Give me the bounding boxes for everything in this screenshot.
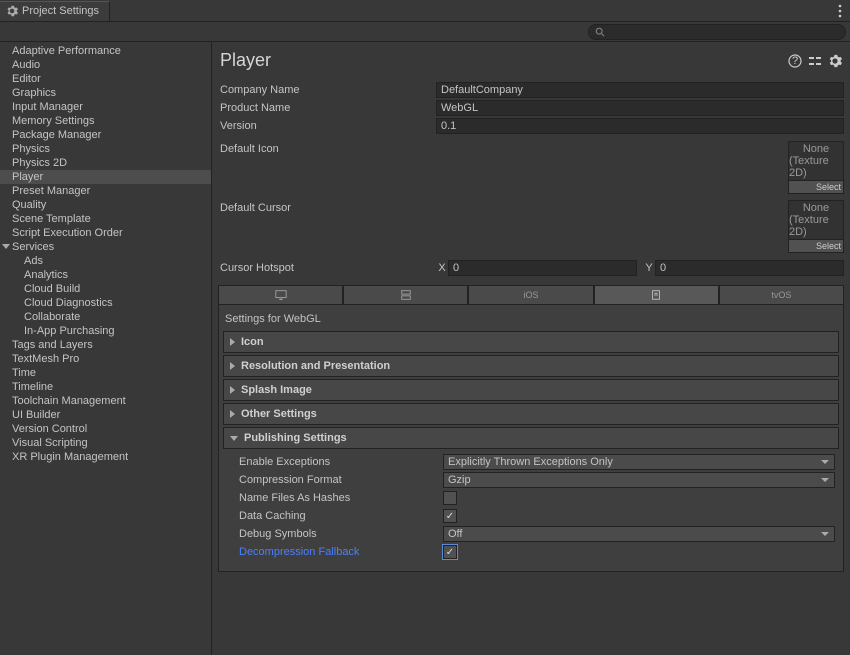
section-other[interactable]: Other Settings xyxy=(223,403,839,425)
version-label: Version xyxy=(218,120,436,132)
product-name-label: Product Name xyxy=(218,102,436,114)
search-bar xyxy=(0,22,850,42)
platform-tab-tvos[interactable]: tvOS xyxy=(719,285,844,305)
sidebar-item-tags-and-layers[interactable]: Tags and Layers xyxy=(0,338,211,352)
settings-content: Player ? Company Name Product Name Versi… xyxy=(212,42,850,655)
platform-tab-server[interactable] xyxy=(343,285,468,305)
sidebar-item-adaptive-performance[interactable]: Adaptive Performance xyxy=(0,44,211,58)
monitor-icon xyxy=(275,289,287,301)
cursor-hotspot-label: Cursor Hotspot xyxy=(218,262,436,274)
sidebar-item-in-app-purchasing[interactable]: In-App Purchasing xyxy=(0,324,211,338)
publishing-settings-body: Enable Exceptions Explicitly Thrown Exce… xyxy=(223,451,839,565)
sidebar-item-time[interactable]: Time xyxy=(0,366,211,380)
presets-icon[interactable] xyxy=(808,54,822,68)
sidebar-item-toolchain-management[interactable]: Toolchain Management xyxy=(0,394,211,408)
titlebar: Project Settings xyxy=(0,0,850,22)
compression-format-dropdown[interactable]: Gzip xyxy=(443,472,835,488)
sidebar-item-version-control[interactable]: Version Control xyxy=(0,422,211,436)
help-icon[interactable]: ? xyxy=(788,54,802,68)
section-icon[interactable]: Icon xyxy=(223,331,839,353)
platform-tab-standalone[interactable] xyxy=(218,285,343,305)
sidebar-item-ui-builder[interactable]: UI Builder xyxy=(0,408,211,422)
section-publishing[interactable]: Publishing Settings xyxy=(223,427,839,449)
sidebar-item-analytics[interactable]: Analytics xyxy=(0,268,211,282)
page-title: Player xyxy=(220,50,271,71)
sidebar-item-player[interactable]: Player xyxy=(0,170,211,184)
default-cursor-select-button[interactable]: Select xyxy=(788,239,844,253)
sidebar-item-preset-manager[interactable]: Preset Manager xyxy=(0,184,211,198)
sidebar-item-ads[interactable]: Ads xyxy=(0,254,211,268)
sidebar-item-physics[interactable]: Physics xyxy=(0,142,211,156)
sidebar-item-textmesh-pro[interactable]: TextMesh Pro xyxy=(0,352,211,366)
webgl-icon xyxy=(650,289,662,301)
settings-sidebar: Adaptive PerformanceAudioEditorGraphicsI… xyxy=(0,42,212,655)
sidebar-item-editor[interactable]: Editor xyxy=(0,72,211,86)
sidebar-item-audio[interactable]: Audio xyxy=(0,58,211,72)
tab-title: Project Settings xyxy=(22,5,99,17)
debug-symbols-dropdown[interactable]: Off xyxy=(443,526,835,542)
data-caching-checkbox[interactable] xyxy=(443,509,457,523)
version-input[interactable] xyxy=(436,118,844,134)
default-icon-label: Default Icon xyxy=(218,141,436,155)
data-caching-label: Data Caching xyxy=(239,510,443,522)
debug-symbols-label: Debug Symbols xyxy=(239,528,443,540)
decompression-fallback-checkbox[interactable] xyxy=(443,545,457,559)
sidebar-item-cloud-diagnostics[interactable]: Cloud Diagnostics xyxy=(0,296,211,310)
hotspot-x-input[interactable] xyxy=(448,260,637,276)
product-name-input[interactable] xyxy=(436,100,844,116)
sidebar-item-script-execution-order[interactable]: Script Execution Order xyxy=(0,226,211,240)
sidebar-item-quality[interactable]: Quality xyxy=(0,198,211,212)
server-icon xyxy=(400,289,412,301)
svg-text:?: ? xyxy=(792,55,798,67)
window-menu-button[interactable] xyxy=(830,4,850,18)
hotspot-y-label: Y xyxy=(643,262,655,274)
sidebar-item-collaborate[interactable]: Collaborate xyxy=(0,310,211,324)
name-files-label: Name Files As Hashes xyxy=(239,492,443,504)
default-cursor-preview[interactable]: None (Texture 2D) xyxy=(788,200,844,240)
company-name-input[interactable] xyxy=(436,82,844,98)
default-icon-select-button[interactable]: Select xyxy=(788,180,844,194)
sidebar-item-package-manager[interactable]: Package Manager xyxy=(0,128,211,142)
sidebar-item-timeline[interactable]: Timeline xyxy=(0,380,211,394)
settings-for-label: Settings for WebGL xyxy=(223,311,839,331)
sidebar-item-input-manager[interactable]: Input Manager xyxy=(0,100,211,114)
sidebar-item-scene-template[interactable]: Scene Template xyxy=(0,212,211,226)
sidebar-item-xr-plugin-management[interactable]: XR Plugin Management xyxy=(0,450,211,464)
search-input[interactable] xyxy=(588,24,846,40)
platform-tab-ios[interactable]: iOS xyxy=(468,285,593,305)
hotspot-x-label: X xyxy=(436,262,448,274)
hotspot-y-input[interactable] xyxy=(655,260,844,276)
sidebar-item-services[interactable]: Services xyxy=(0,240,211,254)
name-files-checkbox[interactable] xyxy=(443,491,457,505)
default-icon-preview[interactable]: None (Texture 2D) xyxy=(788,141,844,181)
default-cursor-label: Default Cursor xyxy=(218,200,436,214)
sidebar-item-visual-scripting[interactable]: Visual Scripting xyxy=(0,436,211,450)
company-name-label: Company Name xyxy=(218,84,436,96)
section-splash[interactable]: Splash Image xyxy=(223,379,839,401)
sidebar-item-cloud-build[interactable]: Cloud Build xyxy=(0,282,211,296)
decompression-fallback-label: Decompression Fallback xyxy=(239,546,443,558)
platform-tab-webgl[interactable] xyxy=(594,285,719,305)
search-icon xyxy=(595,27,605,37)
enable-exceptions-label: Enable Exceptions xyxy=(239,456,443,468)
enable-exceptions-dropdown[interactable]: Explicitly Thrown Exceptions Only xyxy=(443,454,835,470)
platform-tabstrip: iOS tvOS xyxy=(218,285,844,305)
sidebar-item-physics-2d[interactable]: Physics 2D xyxy=(0,156,211,170)
section-resolution[interactable]: Resolution and Presentation xyxy=(223,355,839,377)
compression-format-label: Compression Format xyxy=(239,474,443,486)
sidebar-item-graphics[interactable]: Graphics xyxy=(0,86,211,100)
sidebar-item-memory-settings[interactable]: Memory Settings xyxy=(0,114,211,128)
settings-gear-icon[interactable] xyxy=(828,54,842,68)
gear-icon xyxy=(6,5,18,17)
project-settings-tab[interactable]: Project Settings xyxy=(0,1,110,21)
